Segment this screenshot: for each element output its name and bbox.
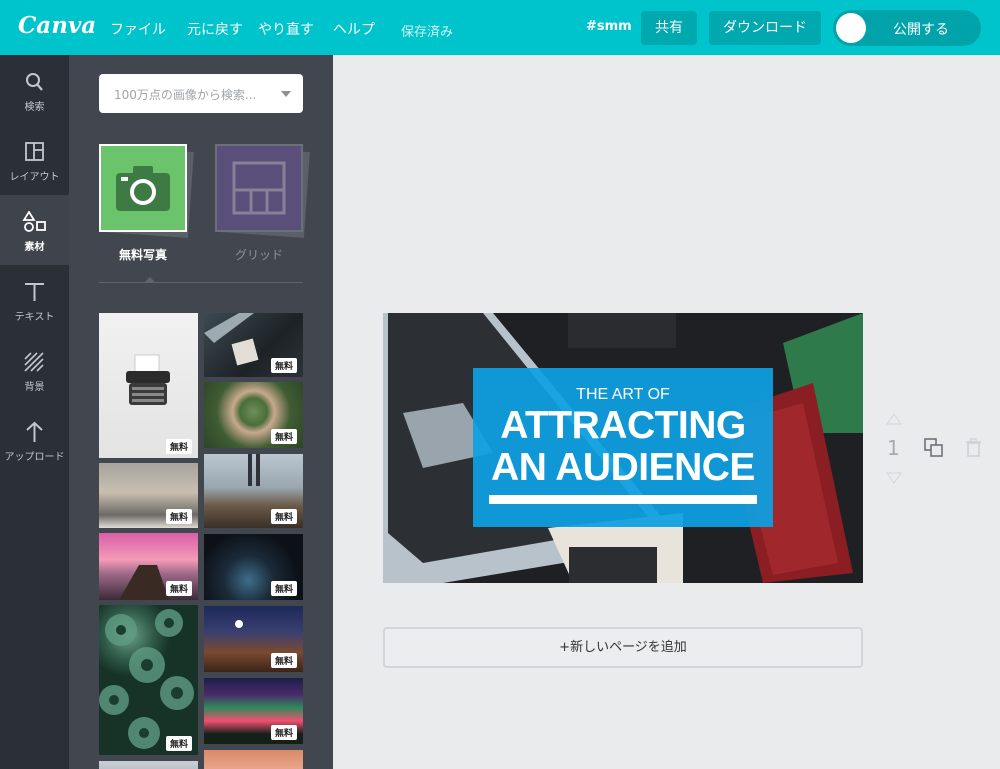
publish-toggle[interactable]: 公開する [833, 10, 981, 46]
free-badge: 無料 [270, 429, 297, 444]
rail-item-background[interactable]: 背景 [0, 335, 69, 405]
rail-label-search: 検索 [24, 102, 45, 113]
category-label-free-photos: 無料写真 [118, 248, 167, 262]
menu-redo[interactable]: やり直す [258, 19, 314, 39]
photo-thumb-succulents[interactable]: 無料 [99, 605, 198, 755]
layout-icon [25, 142, 44, 161]
toggle-knob [836, 13, 866, 43]
image-search-input[interactable]: 100万点の画像から検索... [99, 74, 303, 113]
category-grid[interactable] [215, 144, 303, 232]
photo-thumb-typewriter[interactable]: 無料 [99, 313, 198, 458]
photo-thumb-desert-night[interactable]: 無料 [204, 606, 303, 672]
free-badge: 無料 [270, 509, 297, 524]
design-text-line1[interactable]: THE ART OF [473, 386, 773, 404]
photo-thumb-aurora[interactable]: 無料 [204, 678, 303, 744]
search-placeholder: 100万点の画像から検索... [114, 88, 257, 102]
menu-file[interactable]: ファイル [110, 19, 166, 39]
succulents-image [99, 609, 194, 749]
free-badge: 無料 [165, 581, 192, 596]
top-bar: Canva ファイル 元に戻す やり直す ヘルプ 保存済み #smm 共有 ダウ… [0, 0, 1000, 55]
photo-thumb-rock-legs[interactable]: 無料 [204, 454, 303, 528]
download-button[interactable]: ダウンロード [709, 11, 821, 45]
rail-label-elements: 素材 [24, 242, 45, 253]
rail-label-upload: アップロード [4, 452, 65, 463]
rail-item-layout[interactable]: レイアウト [0, 125, 69, 195]
add-page-button[interactable]: +新しいページを追加 [383, 627, 863, 668]
photo-thumb-partial[interactable] [99, 761, 198, 769]
photo-thumb-winter-sea[interactable]: 無料 [99, 463, 198, 528]
design-canvas[interactable]: THE ART OF ATTRACTING AN AUDIENCE [383, 313, 863, 583]
rail-label-background: 背景 [24, 382, 45, 393]
rail-item-search[interactable]: 検索 [0, 55, 69, 125]
grid-layout-icon [232, 161, 286, 215]
photo-thumb-desk[interactable]: 無料 [204, 313, 303, 377]
rail-item-upload[interactable]: アップロード [0, 405, 69, 475]
photo-thumb-pier-sunset[interactable]: 無料 [99, 533, 198, 600]
title-underline-bar [489, 495, 757, 504]
upload-arrow-icon [26, 421, 43, 442]
rail-label-text: テキスト [14, 312, 55, 323]
save-status: 保存済み [401, 25, 454, 40]
design-text-line3[interactable]: AN AUDIENCE [473, 448, 773, 487]
category-label-grid: グリッド [234, 248, 283, 262]
canva-logo[interactable]: Canva [18, 12, 96, 39]
search-icon [26, 73, 43, 91]
title-text-box[interactable]: THE ART OF ATTRACTING AN AUDIENCE [473, 368, 773, 527]
camera-icon [116, 166, 170, 211]
menu-help[interactable]: ヘルプ [333, 19, 375, 39]
duplicate-page-icon[interactable] [924, 438, 944, 458]
photo-thumb-hands-plant[interactable]: 無料 [204, 382, 303, 448]
free-badge: 無料 [270, 653, 297, 668]
rail-item-text[interactable]: テキスト [0, 265, 69, 335]
move-page-up-icon[interactable] [886, 413, 902, 425]
page-number: 1 [887, 436, 900, 460]
chevron-down-icon[interactable] [281, 91, 291, 97]
move-page-down-icon[interactable] [886, 472, 902, 484]
category-free-photos[interactable] [99, 144, 187, 232]
rail-label-layout: レイアウト [9, 172, 60, 183]
design-title[interactable]: #smm [586, 19, 632, 34]
typewriter-image [126, 354, 170, 405]
free-badge: 無料 [165, 736, 192, 751]
photo-thumb-partial[interactable] [204, 750, 303, 769]
free-badge: 無料 [270, 725, 297, 740]
share-button[interactable]: 共有 [641, 11, 697, 45]
active-tab-indicator [144, 277, 156, 283]
free-badge: 無料 [165, 509, 192, 524]
delete-page-icon[interactable] [965, 438, 983, 458]
text-icon [25, 283, 44, 301]
background-pattern-icon [24, 352, 44, 372]
free-badge: 無料 [165, 439, 192, 454]
elements-panel: 100万点の画像から検索... 無料写真 グリッド 無料 無料 無料 無料 無料… [69, 55, 333, 769]
design-text-line2[interactable]: ATTRACTING [473, 406, 773, 445]
shapes-icon [22, 211, 46, 232]
panel-divider [99, 282, 303, 283]
rail-item-elements[interactable]: 素材 [0, 195, 69, 265]
free-badge: 無料 [270, 581, 297, 596]
photo-thumb-night-lake[interactable]: 無料 [204, 534, 303, 600]
publish-label: 公開する [893, 22, 949, 38]
menu-undo[interactable]: 元に戻す [187, 19, 243, 39]
left-rail: 検索 レイアウト 素材 テキスト 背景 アップロード [0, 55, 69, 769]
free-badge: 無料 [270, 358, 297, 373]
